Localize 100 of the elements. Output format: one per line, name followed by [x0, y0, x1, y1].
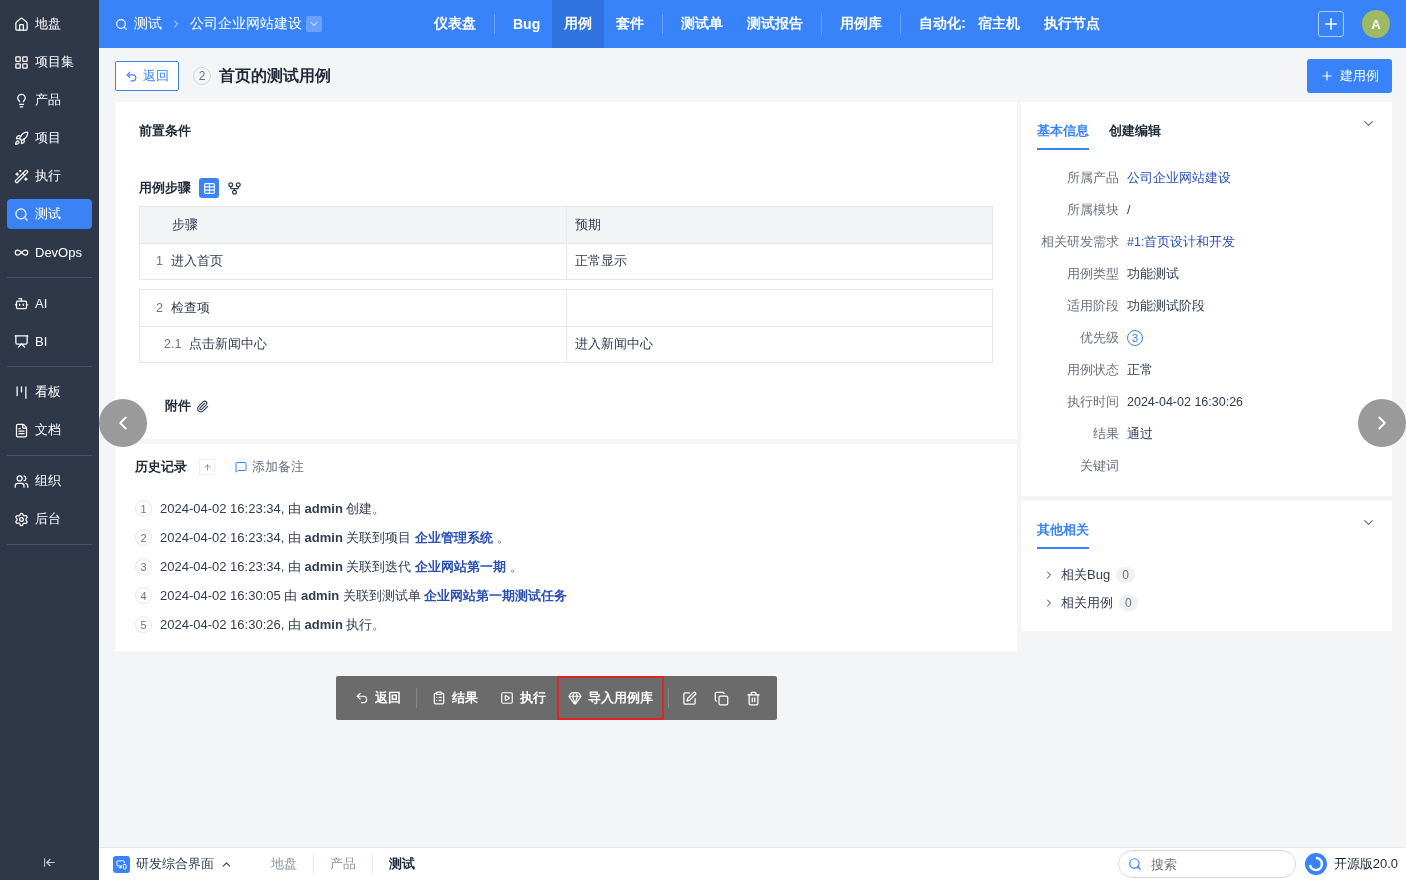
robot-icon — [14, 295, 29, 311]
nav-tab[interactable]: 测试单 — [669, 0, 736, 48]
related-label[interactable]: 相关Bug — [1061, 566, 1111, 584]
gem-icon — [568, 691, 582, 705]
app-switcher[interactable]: 研发综合界面 — [113, 855, 243, 873]
sidebar-item[interactable]: 项目 — [7, 123, 92, 153]
section-title: 附件 — [165, 397, 191, 415]
comment-icon — [235, 461, 247, 473]
back-button[interactable]: 返回 — [115, 61, 179, 91]
history-link[interactable]: 企业网站第一期 — [415, 558, 507, 574]
sidebar-item[interactable]: 执行 — [7, 161, 92, 191]
nav-tab[interactable]: 用例库 — [828, 0, 895, 48]
nav-tab[interactable]: 仪表盘 — [422, 0, 488, 48]
field-value: / — [1127, 203, 1132, 217]
field-link[interactable]: 公司企业网站建设 — [1127, 169, 1376, 187]
toolbar-button[interactable]: 执行 — [489, 676, 557, 720]
nav-tab[interactable]: 宿主机 — [965, 0, 1032, 48]
history-entry: 2024-04-02 16:23:34, 由 admin 关联到迭代 企业网站第一期 。 — [160, 557, 523, 576]
play-icon — [500, 691, 514, 705]
collapse-icon[interactable] — [43, 855, 56, 869]
search-icon — [1127, 857, 1142, 871]
nav-tab[interactable]: Bug — [501, 0, 553, 48]
breadcrumb-link[interactable]: 测试 — [134, 15, 162, 33]
breadcrumb-link[interactable]: 地盘 — [255, 855, 313, 873]
column-header: 预期 — [575, 216, 601, 234]
breadcrumb-link[interactable]: 测试 — [372, 855, 431, 873]
toolbar-button[interactable]: 结果 — [421, 676, 489, 720]
nav-tab[interactable]: 套件 — [604, 0, 657, 48]
previous-button[interactable] — [99, 399, 147, 447]
logo-icon — [1303, 852, 1328, 876]
field-value: 功能测试阶段 — [1127, 297, 1206, 315]
history-link[interactable]: 企业网站第一期测试任务 — [424, 587, 568, 603]
count-badge: 0 — [1116, 567, 1135, 583]
nav-tab[interactable]: 执行节点 — [1031, 0, 1112, 48]
history-entry: 2024-04-02 16:30:26, 由 admin 执行。 — [160, 615, 386, 634]
users-icon — [14, 473, 29, 489]
list-icon — [432, 691, 446, 705]
field-label: 所属模块 — [1066, 201, 1119, 219]
field-label: 适用阶段 — [1066, 297, 1119, 315]
delete-icon — [745, 690, 761, 706]
sidebar-item[interactable]: 项目集 — [7, 47, 92, 77]
page-title: 首页的测试用例 — [219, 65, 331, 86]
undo-icon — [125, 69, 138, 83]
step-text: 2.1 点击新闻中心 — [164, 336, 268, 353]
sidebar-item[interactable]: 文档 — [7, 415, 92, 445]
tree-view-icon[interactable] — [227, 180, 242, 196]
monitor-icon — [113, 855, 130, 873]
field-label: 用例类型 — [1066, 265, 1119, 283]
toolbar-button[interactable]: 返回 — [344, 676, 412, 720]
sidebar-item[interactable]: 看板 — [7, 377, 92, 407]
nav-tab[interactable]: 用例 — [552, 0, 605, 48]
field-label: 所属产品 — [1066, 169, 1119, 187]
field-label: 优先级 — [1079, 329, 1119, 347]
sidebar-item[interactable]: AI — [7, 288, 92, 318]
field-value: 功能测试 — [1127, 265, 1180, 283]
nav-label: 自动化: — [918, 15, 966, 33]
breadcrumb-link[interactable]: 产品 — [313, 855, 372, 873]
sort-button[interactable] — [199, 459, 215, 475]
field-label: 执行时间 — [1066, 393, 1119, 411]
section-title: 用例步骤 — [139, 179, 191, 197]
create-case-button[interactable]: 建用例 — [1307, 59, 1392, 93]
kanban-icon — [14, 384, 29, 400]
wand-icon — [14, 168, 29, 184]
section-title: 前置条件 — [139, 123, 191, 138]
add-note-link[interactable]: 添加备注 — [235, 458, 304, 476]
related-title: 其他相关 — [1037, 515, 1089, 549]
nav-tab[interactable]: 测试报告 — [735, 0, 816, 48]
home-icon — [14, 16, 29, 32]
history-entry: 2024-04-02 16:23:34, 由 admin 关联到项目 企业管理系统 。 — [160, 528, 510, 547]
sidebar-item[interactable]: 后台 — [7, 504, 92, 534]
field-link[interactable]: #1:首页设计和开发 — [1127, 233, 1376, 251]
dropdown-toggle[interactable] — [306, 16, 322, 32]
sidebar-item[interactable]: 测试 — [7, 199, 92, 229]
paperclip-icon — [196, 399, 209, 413]
field-label: 关键词 — [1079, 457, 1119, 475]
next-button[interactable] — [1358, 399, 1406, 447]
rocket-icon — [14, 130, 29, 146]
sidebar-item[interactable]: 组织 — [7, 466, 92, 496]
info-tab[interactable]: 创建编辑 — [1109, 116, 1161, 150]
plus-icon — [1322, 15, 1340, 33]
field-value: 2024-04-02 16:30:26 — [1127, 395, 1245, 409]
history-link[interactable]: 企业管理系统 — [415, 529, 494, 545]
sidebar-item[interactable]: BI — [7, 326, 92, 356]
related-label[interactable]: 相关用例 — [1061, 594, 1113, 612]
undo-icon — [355, 691, 369, 705]
toolbar-button[interactable]: 导入用例库 — [557, 676, 664, 720]
column-header: 步骤 — [172, 216, 198, 234]
sidebar-item[interactable]: 产品 — [7, 85, 92, 115]
field-label: 相关研发需求 — [1040, 233, 1119, 251]
search-field[interactable]: 搜索 — [1117, 850, 1296, 878]
expected-text: 正常显示 — [575, 253, 627, 270]
lightbulb-icon — [14, 92, 29, 108]
info-tab[interactable]: 基本信息 — [1037, 116, 1089, 150]
field-value: 正常 — [1127, 361, 1154, 379]
add-button[interactable] — [1318, 11, 1344, 37]
sidebar-item[interactable]: 地盘 — [7, 9, 92, 39]
sidebar-item[interactable]: DevOps — [7, 237, 92, 267]
history-entry: 2024-04-02 16:23:34, 由 admin 创建。 — [160, 499, 386, 518]
table-view-button[interactable] — [199, 178, 219, 198]
breadcrumb-link[interactable]: 公司企业网站建设 — [190, 15, 302, 33]
